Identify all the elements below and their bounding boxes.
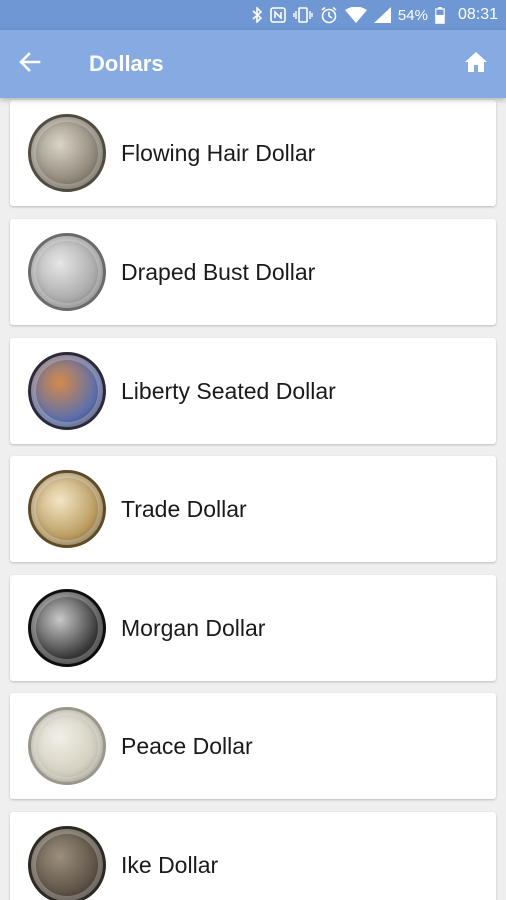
page-title: Dollars — [89, 51, 164, 76]
back-button[interactable] — [0, 30, 60, 98]
arrow-back-icon — [19, 51, 41, 78]
app-bar: Dollars — [0, 30, 506, 98]
list-item-label: Ike Dollar — [121, 851, 219, 878]
home-button[interactable] — [446, 30, 506, 98]
coin-icon — [28, 589, 106, 667]
list-item[interactable]: Trade Dollar — [10, 456, 496, 562]
list-item[interactable]: Ike Dollar — [10, 812, 496, 900]
list-item[interactable]: Peace Dollar — [10, 693, 496, 799]
vibrate-icon — [293, 6, 313, 24]
list-item[interactable]: Flowing Hair Dollar — [10, 100, 496, 206]
list-item-label: Trade Dollar — [121, 495, 247, 522]
list-item-label: Liberty Seated Dollar — [121, 377, 336, 404]
list-item-label: Flowing Hair Dollar — [121, 139, 316, 166]
list-item-label: Peace Dollar — [121, 732, 253, 759]
coin-icon — [28, 826, 106, 900]
clock: 08:31 — [457, 6, 498, 23]
list-item[interactable]: Morgan Dollar — [10, 575, 496, 681]
list-item[interactable]: Liberty Seated Dollar — [10, 338, 496, 444]
coin-icon — [28, 352, 106, 430]
coin-icon — [28, 233, 106, 311]
list-item[interactable]: Draped Bust Dollar — [10, 219, 496, 325]
cellular-signal-icon — [373, 6, 391, 24]
coin-icon — [28, 114, 106, 192]
dollar-list: Flowing Hair Dollar Draped Bust Dollar L… — [0, 98, 506, 900]
list-item-label: Morgan Dollar — [121, 614, 266, 641]
coin-icon — [28, 470, 106, 548]
list-item-label: Draped Bust Dollar — [121, 258, 316, 285]
status-bar: 54% 08:31 — [0, 0, 506, 30]
status-icons: 54% 08:31 — [251, 6, 498, 24]
wifi-icon — [344, 6, 367, 24]
nfc-icon — [270, 6, 286, 24]
alarm-icon — [320, 6, 338, 24]
coin-icon — [28, 707, 106, 785]
bluetooth-icon — [251, 6, 263, 24]
battery-icon — [435, 6, 445, 24]
home-icon — [464, 51, 488, 78]
battery-percent: 54% — [397, 6, 428, 24]
